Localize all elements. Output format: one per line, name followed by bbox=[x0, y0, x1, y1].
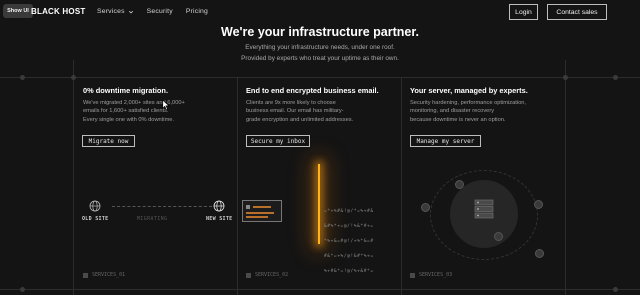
user-icon bbox=[421, 203, 430, 212]
nav-pricing-label: Pricing bbox=[185, 8, 209, 15]
card-body-line: Every single one with 0% downtime. bbox=[83, 116, 175, 123]
tag-square-icon bbox=[246, 272, 251, 278]
manage-my-server-button[interactable]: Manage my server bbox=[410, 135, 481, 147]
service-tag: SERVICES_03 bbox=[410, 272, 452, 278]
email-line bbox=[253, 206, 271, 208]
service-tag-label: SERVICES_03 bbox=[419, 272, 453, 278]
cipher-row: =*+%#&!@/*=%+#& bbox=[324, 209, 374, 214]
card-body-line: monitoring, and disaster recovery bbox=[410, 108, 495, 115]
main-nav: Services Security Pricing bbox=[97, 8, 208, 15]
grid-line-bottom bbox=[0, 289, 640, 290]
server-rack-icon bbox=[474, 199, 494, 219]
cipher-row: &#%*+=@/!%&*#+= bbox=[324, 224, 374, 229]
user-icon bbox=[535, 249, 544, 258]
hero-title: We're your infrastructure partner. bbox=[221, 25, 419, 39]
card-title: End to end encrypted business email. bbox=[246, 86, 379, 95]
service-tag-label: SERVICES_01 bbox=[92, 272, 126, 278]
card-body-line: Clients are 9x more likely to choose bbox=[246, 100, 336, 106]
card-body-line: Security hardening, performance optimiza… bbox=[410, 100, 527, 106]
card-body: Security hardening, performance optimiza… bbox=[410, 99, 526, 124]
nav-services-label: Services bbox=[97, 8, 125, 15]
globe-icon bbox=[213, 200, 225, 212]
tag-square-icon bbox=[83, 272, 88, 278]
card-body: Clients are 9x more likely to choose bus… bbox=[246, 99, 353, 124]
card-body-line: emails for 1,600+ satisfied clients. bbox=[83, 108, 169, 115]
secure-my-inbox-button[interactable]: Secure my inbox bbox=[246, 135, 310, 147]
email-line bbox=[246, 216, 268, 218]
old-site-label: OLD SITE bbox=[82, 216, 109, 222]
card-body-line: grade encryption and unlimited addresses… bbox=[246, 116, 354, 123]
service-tag: SERVICES_01 bbox=[83, 272, 125, 278]
show-ui-button[interactable]: Show UI bbox=[3, 4, 33, 18]
service-card-migration: 0% downtime migration. We've migrated 2,… bbox=[74, 78, 237, 288]
hero-subtitle-line-1: Everything your infrastructure needs, un… bbox=[245, 44, 395, 51]
cipher-row: %+#&*=!@/%+&#*= bbox=[324, 269, 374, 274]
cipher-row: *%+&=#@!/+%*&=# bbox=[324, 239, 374, 244]
card-body-line: business email. Our email has military- bbox=[246, 108, 344, 115]
nav-security-label: Security bbox=[146, 8, 173, 15]
globe-icon bbox=[89, 200, 101, 212]
chevron-down-icon bbox=[128, 10, 133, 13]
grid-corner-dot bbox=[613, 75, 618, 80]
email-avatar bbox=[246, 205, 250, 209]
migrate-now-button[interactable]: Migrate now bbox=[82, 135, 135, 147]
grid-corner-dot bbox=[613, 287, 618, 292]
nav-services[interactable]: Services bbox=[97, 8, 134, 15]
email-line bbox=[246, 212, 274, 214]
grid-corner-dot bbox=[20, 75, 25, 80]
user-icon bbox=[534, 200, 543, 209]
encryption-beam bbox=[318, 164, 320, 244]
service-card-server: Your server, managed by experts. Securit… bbox=[402, 78, 565, 288]
arrow-pointer-icon bbox=[162, 99, 170, 111]
grid-line-v4 bbox=[565, 60, 566, 295]
email-card bbox=[242, 200, 282, 222]
card-title: 0% downtime migration. bbox=[83, 86, 168, 95]
brand-logo[interactable]: BLACK HOST bbox=[31, 7, 85, 16]
cipher-row: #&*=+%/@!&#*%+= bbox=[324, 254, 374, 259]
user-icon bbox=[494, 232, 503, 241]
contact-sales-button[interactable]: Contact sales bbox=[547, 4, 607, 20]
migrating-label: MIGRATING bbox=[137, 217, 168, 222]
nav-security[interactable]: Security bbox=[147, 8, 173, 15]
tag-square-icon bbox=[410, 272, 415, 278]
grid-corner-dot bbox=[20, 287, 25, 292]
migration-path bbox=[112, 206, 212, 207]
hero-subtitle: Everything your infrastructure needs, un… bbox=[0, 43, 640, 64]
login-button[interactable]: Login bbox=[509, 4, 538, 20]
user-icon bbox=[455, 180, 464, 189]
encrypted-data: =*+%#&!@/*=%+#& &#%*+=@/!%&*#+= *%+&=#@!… bbox=[324, 199, 374, 284]
hero-subtitle-line-2: Provided by experts who treat your uptim… bbox=[241, 54, 399, 62]
service-card-email: End to end encrypted business email. Cli… bbox=[238, 78, 401, 288]
card-body-line: because downtime is never an option. bbox=[410, 116, 506, 123]
service-tag: SERVICES_02 bbox=[246, 272, 288, 278]
new-site-label: NEW SITE bbox=[206, 216, 233, 222]
nav-pricing[interactable]: Pricing bbox=[186, 8, 208, 15]
card-title: Your server, managed by experts. bbox=[410, 86, 528, 95]
service-tag-label: SERVICES_02 bbox=[255, 272, 289, 278]
